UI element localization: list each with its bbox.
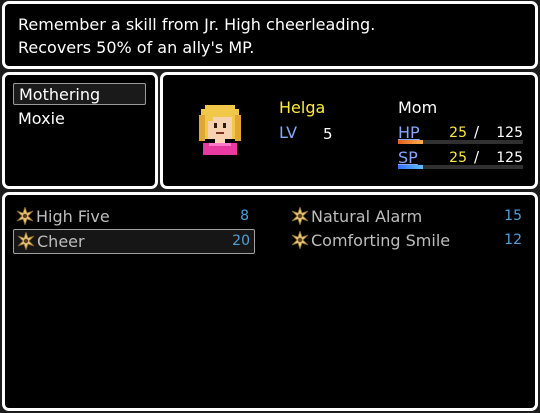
skill-name: Cheer <box>37 232 85 251</box>
skill-type-moxie[interactable]: Moxie <box>13 108 146 130</box>
sp-current: 25 <box>449 150 467 166</box>
skill-name: Natural Alarm <box>311 207 423 226</box>
skill-item-cheer[interactable]: Cheer 20 <box>13 229 255 254</box>
help-text-line-1: Remember a skill from Jr. High cheerlead… <box>18 15 376 34</box>
skill-name: High Five <box>36 207 110 226</box>
sp-slash: / <box>473 148 479 166</box>
level-label: LV <box>279 123 298 142</box>
skill-type-window: Mothering Moxie <box>2 72 158 189</box>
hp-current: 25 <box>449 125 467 141</box>
skill-cost: 12 <box>504 232 522 248</box>
skill-item-high-five[interactable]: High Five 8 <box>13 205 253 228</box>
sp-label: SP <box>398 148 418 167</box>
sp-gauge: SP 25 / 125 <box>398 148 523 170</box>
level-value: 5 <box>323 125 333 143</box>
actor-portrait <box>199 105 241 155</box>
skill-name: Comforting Smile <box>311 231 451 250</box>
sp-max: 125 <box>496 150 523 166</box>
help-text-line-2: Recovers 50% of an ally's MP. <box>18 38 255 57</box>
hp-label: HP <box>398 123 420 142</box>
hp-gauge: HP 25 / 125 <box>398 123 523 145</box>
hp-max: 125 <box>496 125 523 141</box>
actor-name: Helga <box>279 98 326 117</box>
help-window: Remember a skill from Jr. High cheerlead… <box>2 1 538 69</box>
actor-status-window: Helga LV 5 Mom HP 25 / 125 SP 25 / 125 <box>160 72 538 189</box>
skill-item-comforting-smile[interactable]: Comforting Smile 12 <box>288 229 526 252</box>
skill-list-window: High Five 8 Cheer 20 Natural Alarm 15 Co… <box>2 192 538 411</box>
skill-item-natural-alarm[interactable]: Natural Alarm 15 <box>288 205 526 228</box>
starburst-icon <box>17 232 35 250</box>
actor-class: Mom <box>398 98 438 117</box>
starburst-icon <box>291 207 309 225</box>
starburst-icon <box>291 231 309 249</box>
hp-slash: / <box>473 123 479 141</box>
skill-cost: 15 <box>504 208 522 224</box>
starburst-icon <box>16 207 34 225</box>
skill-type-mothering[interactable]: Mothering <box>13 83 146 105</box>
skill-cost: 20 <box>232 233 250 249</box>
skill-cost: 8 <box>240 208 249 224</box>
